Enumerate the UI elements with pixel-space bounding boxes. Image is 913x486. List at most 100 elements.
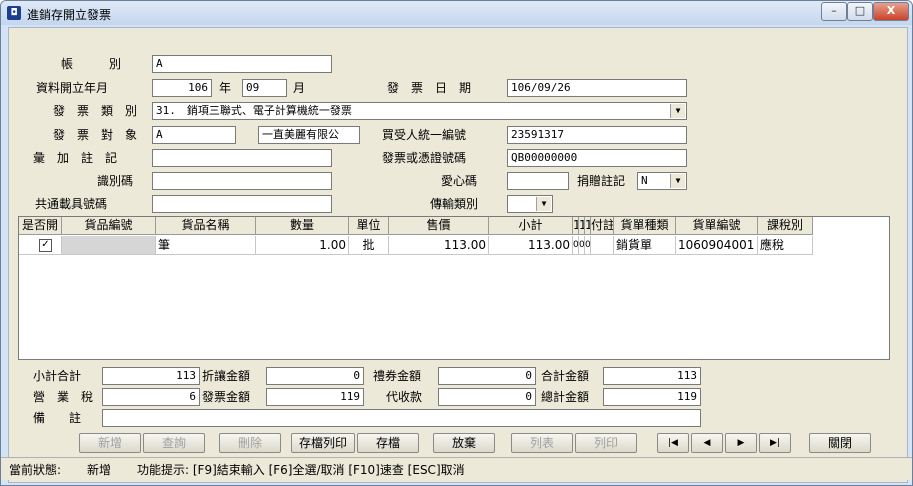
grand-total-field[interactable]: 119 bbox=[603, 388, 701, 406]
prev-record-button[interactable]: ◀ bbox=[691, 433, 723, 453]
app-icon: ◘ bbox=[7, 6, 21, 20]
state-value: 新增 bbox=[87, 463, 112, 477]
col-header-issue[interactable]: 是否開 bbox=[19, 217, 62, 235]
remark-field[interactable] bbox=[102, 409, 701, 427]
invoice-type-select[interactable]: 31. 銷項三聯式、電子計算機統一發票 ▼ bbox=[152, 102, 687, 120]
close-window-button[interactable]: X bbox=[873, 2, 909, 21]
query-button[interactable]: 查詢 bbox=[143, 433, 205, 453]
issue-checkbox[interactable]: ✓ bbox=[39, 239, 52, 252]
chevron-down-icon[interactable]: ▼ bbox=[670, 104, 685, 118]
invoice-number-field[interactable]: QB00000000 bbox=[507, 149, 687, 167]
total-label: 合計金額 bbox=[541, 369, 590, 383]
month-unit: 月 bbox=[293, 81, 306, 95]
col-header-tax-type[interactable]: 課稅別 bbox=[758, 217, 813, 235]
print-button[interactable]: 列印 bbox=[575, 433, 637, 453]
abandon-button[interactable]: 放棄 bbox=[433, 433, 495, 453]
first-record-button[interactable]: |◀ bbox=[657, 433, 689, 453]
merge-note-field[interactable] bbox=[152, 149, 332, 167]
chevron-down-icon[interactable]: ▼ bbox=[536, 197, 551, 211]
cell-product-code[interactable] bbox=[62, 236, 156, 255]
tax-field[interactable]: 6 bbox=[102, 388, 200, 406]
cell-product-name[interactable]: 筆 bbox=[156, 236, 256, 255]
invoice-type-value: 31. 銷項三聯式、電子計算機統一發票 bbox=[156, 104, 352, 117]
period-label: 資料開立年月 bbox=[36, 81, 109, 95]
cell-issue[interactable]: ✓ bbox=[19, 236, 62, 255]
merge-note-label: 彙 加 註 記 bbox=[33, 151, 118, 165]
state-label: 當前狀態: bbox=[9, 463, 62, 477]
cell-order-no[interactable]: 1060904001 bbox=[676, 236, 758, 255]
cell-price[interactable]: 113.00 bbox=[389, 236, 489, 255]
donate-label: 捐贈註記 bbox=[577, 174, 626, 188]
love-code-field[interactable] bbox=[507, 172, 569, 190]
collection-label: 代收款 bbox=[386, 390, 423, 404]
col-header-product-code[interactable]: 貨品編號 bbox=[62, 217, 156, 235]
buyer-tax-id-label: 買受人統一編號 bbox=[382, 128, 467, 142]
grand-total-label: 總計金額 bbox=[541, 390, 590, 404]
donate-select[interactable]: N ▼ bbox=[637, 172, 687, 190]
invoice-amount-label: 發票金額 bbox=[202, 390, 251, 404]
close-form-button[interactable]: 關閉 bbox=[809, 433, 871, 453]
invoice-date-label: 發 票 日 期 bbox=[387, 81, 472, 95]
transmit-type-label: 傳輸類別 bbox=[430, 197, 479, 211]
add-button[interactable]: 新增 bbox=[79, 433, 141, 453]
buyer-tax-id-field[interactable]: 23591317 bbox=[507, 126, 687, 144]
col-header-qty[interactable]: 數量 bbox=[256, 217, 349, 235]
col-header-price[interactable]: 售價 bbox=[389, 217, 489, 235]
donate-value: N bbox=[641, 174, 648, 187]
voucher-field[interactable]: 0 bbox=[438, 367, 536, 385]
chevron-down-icon[interactable]: ▼ bbox=[670, 174, 685, 188]
invoice-type-label: 發 票 類 別 bbox=[53, 104, 138, 118]
invoice-date-field[interactable]: 106/09/26 bbox=[507, 79, 687, 97]
col-header-note[interactable]: 付註 bbox=[591, 217, 614, 235]
voucher-label: 禮券金額 bbox=[373, 369, 422, 383]
minimize-button[interactable]: – bbox=[821, 2, 847, 21]
list-button[interactable]: 列表 bbox=[511, 433, 573, 453]
col-header-order-no[interactable]: 貨單編號 bbox=[676, 217, 758, 235]
save-print-button[interactable]: 存檔列印 bbox=[291, 433, 355, 453]
cell-subtotal[interactable]: 113.00 bbox=[489, 236, 573, 255]
next-record-button[interactable]: ▶ bbox=[725, 433, 757, 453]
collection-field[interactable]: 0 bbox=[438, 388, 536, 406]
col-header-order-type[interactable]: 貨單種類 bbox=[614, 217, 676, 235]
year-unit: 年 bbox=[219, 81, 232, 95]
identifier-label: 識別碼 bbox=[97, 174, 134, 188]
carrier-label: 共通載具號碼 bbox=[35, 197, 108, 211]
cell-tax-type[interactable]: 應稅 bbox=[758, 236, 813, 255]
invoice-target-label: 發 票 對 象 bbox=[53, 128, 138, 142]
invoice-amount-field[interactable]: 119 bbox=[266, 388, 364, 406]
last-record-button[interactable]: ▶| bbox=[759, 433, 791, 453]
title-bar: ◘ 進銷存開立發票 – □ X bbox=[1, 1, 912, 25]
col-header-product-name[interactable]: 貨品名稱 bbox=[156, 217, 256, 235]
function-hint: 功能提示: [F9]結束輸入 [F6]全選/取消 [F10]速查 [ESC]取消 bbox=[137, 463, 465, 477]
year-field[interactable]: 106 bbox=[152, 79, 212, 97]
invoice-target-code-field[interactable]: A bbox=[152, 126, 236, 144]
invoice-target-name-field[interactable]: 一直美麗有限公 bbox=[258, 126, 360, 144]
discount-field[interactable]: 0 bbox=[266, 367, 364, 385]
cell-order-type[interactable]: 銷貨單 bbox=[614, 236, 676, 255]
discount-label: 折讓金額 bbox=[202, 369, 251, 383]
window-title: 進銷存開立發票 bbox=[27, 8, 112, 22]
account-field[interactable]: A bbox=[152, 55, 332, 73]
cell-qty[interactable]: 1.00 bbox=[256, 236, 349, 255]
col-header-subtotal[interactable]: 小計 bbox=[489, 217, 573, 235]
carrier-field[interactable] bbox=[152, 195, 332, 213]
transmit-type-select[interactable]: ▼ bbox=[507, 195, 553, 213]
tax-label: 營 業 稅 bbox=[33, 390, 94, 404]
subtotal-field[interactable]: 113 bbox=[102, 367, 200, 385]
identifier-field[interactable] bbox=[152, 172, 332, 190]
col-header-unit[interactable]: 單位 bbox=[349, 217, 389, 235]
items-grid[interactable]: 是否開 貨品編號 貨品名稱 數量 單位 售價 小計 1 1 1 付註 貨單種類 … bbox=[18, 216, 890, 360]
status-bar: 當前狀態: 新增 功能提示: [F9]結束輸入 [F6]全選/取消 [F10]速… bbox=[1, 457, 912, 480]
month-field[interactable]: 09 bbox=[242, 79, 287, 97]
account-label: 帳 別 bbox=[61, 57, 122, 71]
invoice-number-label: 發票或憑證號碼 bbox=[382, 151, 467, 165]
cell-note[interactable] bbox=[591, 236, 614, 255]
delete-button[interactable]: 刪除 bbox=[219, 433, 281, 453]
remark-label: 備 註 bbox=[33, 411, 82, 425]
love-code-label: 愛心碼 bbox=[441, 174, 478, 188]
maximize-button[interactable]: □ bbox=[847, 2, 873, 21]
cell-unit[interactable]: 批 bbox=[349, 236, 389, 255]
save-button[interactable]: 存檔 bbox=[357, 433, 419, 453]
total-field[interactable]: 113 bbox=[603, 367, 701, 385]
subtotal-label: 小計合計 bbox=[33, 369, 82, 383]
